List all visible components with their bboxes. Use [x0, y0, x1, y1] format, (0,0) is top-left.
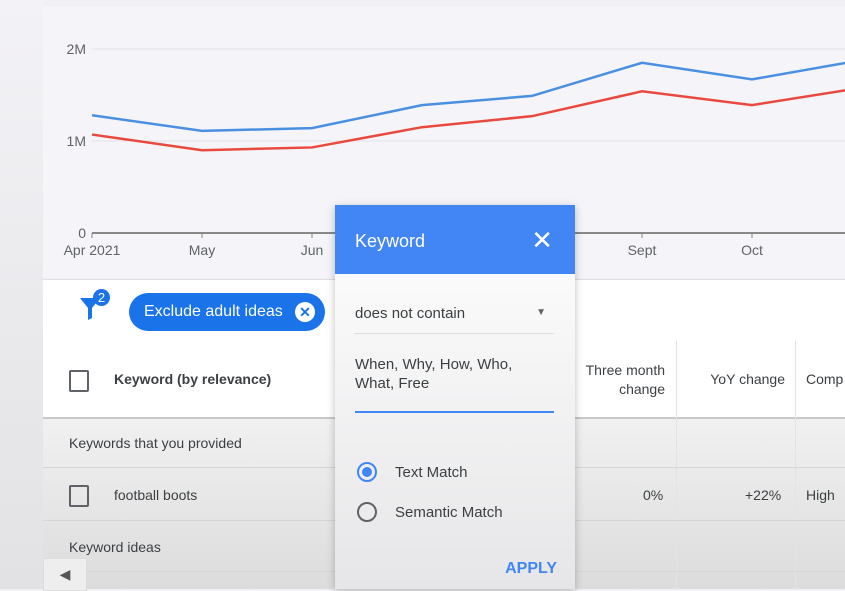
header-three-month-change[interactable]: Three month change: [573, 361, 665, 399]
dropdown-arrow-icon: ▼: [536, 307, 546, 318]
semantic-match-radio[interactable]: [357, 502, 377, 522]
yoy-cell: +22%: [745, 487, 781, 503]
operator-select[interactable]: does not contain ▼: [355, 295, 554, 334]
filter-count-badge: 2: [93, 289, 110, 306]
dialog-header: Keyword ✕: [335, 205, 575, 274]
y-tick-label: 2M: [67, 41, 86, 57]
text-match-label[interactable]: Text Match: [395, 464, 468, 481]
x-tick-label: Apr 2021: [64, 242, 121, 258]
dialog-title: Keyword: [355, 231, 425, 252]
x-tick-label: Sept: [628, 242, 657, 258]
y-tick-label: 0: [78, 225, 86, 241]
chip-label: Exclude adult ideas: [144, 303, 283, 320]
header-competition[interactable]: Comp: [806, 371, 843, 387]
header-yoy-change[interactable]: YoY change: [693, 371, 785, 387]
x-tick-label: May: [189, 242, 215, 258]
left-gutter: [0, 0, 43, 589]
competition-cell: High: [806, 487, 835, 503]
section-label: Keywords that you provided: [69, 435, 242, 451]
keyword-value-input[interactable]: When, Why, How, Who, What, Free: [355, 355, 554, 413]
keyword-filter-dialog: Keyword ✕ does not contain ▼ When, Why, …: [335, 205, 575, 589]
close-circle-icon[interactable]: ✕: [295, 302, 315, 322]
close-icon[interactable]: ✕: [531, 225, 553, 256]
section-label: Keyword ideas: [69, 539, 161, 555]
three-month-cell: 0%: [643, 487, 663, 503]
operator-value: does not contain: [355, 305, 465, 322]
exclude-adult-ideas-chip[interactable]: Exclude adult ideas ✕: [129, 293, 325, 331]
x-tick-label: Oct: [741, 242, 763, 258]
keyword-cell: football boots: [114, 487, 197, 503]
series-line-0: [92, 60, 845, 131]
text-match-radio[interactable]: [357, 462, 377, 482]
scroll-left-button[interactable]: ◀: [43, 558, 87, 591]
x-tick-label: Jun: [301, 242, 324, 258]
y-tick-label: 1M: [67, 133, 86, 149]
apply-button[interactable]: APPLY: [505, 560, 557, 578]
header-keyword[interactable]: Keyword (by relevance): [114, 371, 271, 387]
row-checkbox[interactable]: [69, 485, 89, 507]
select-all-checkbox[interactable]: [69, 370, 89, 392]
semantic-match-label[interactable]: Semantic Match: [395, 504, 503, 521]
